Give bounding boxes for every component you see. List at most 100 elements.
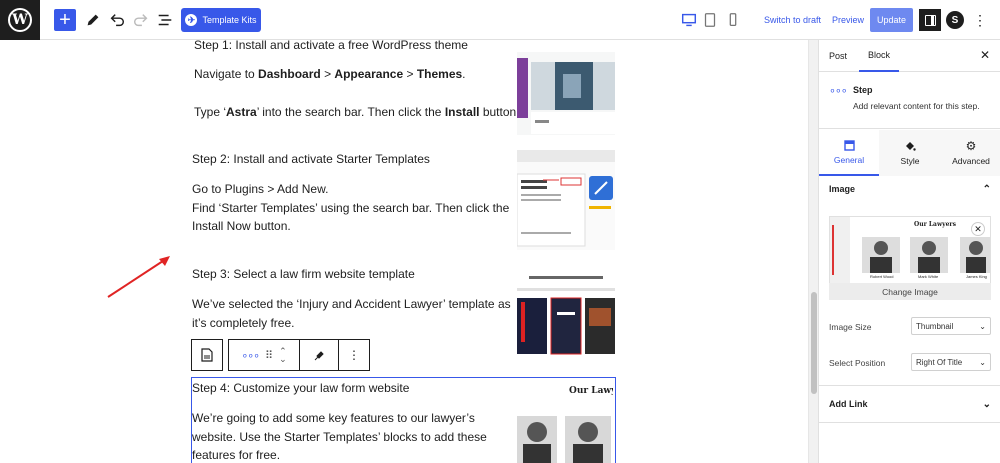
close-sidebar-button[interactable]: ✕ (980, 48, 990, 62)
preview-button[interactable]: Preview (832, 8, 864, 32)
remove-image-button[interactable]: ✕ (971, 222, 985, 236)
step4-lawyers-image: Our Lawyers (517, 382, 613, 463)
sidebar-pane-icon (924, 14, 936, 26)
tablet-preview-button[interactable] (698, 8, 722, 32)
settings-sidebar: Post Block ✕ ∘∘∘ Step Add relevant conte… (818, 40, 1000, 463)
close-icon: ✕ (979, 48, 990, 62)
inspector-tabs: General Style ⚙ Advanced (819, 130, 1000, 176)
sidebar-tabs: Post Block ✕ (819, 40, 1000, 72)
step1-title[interactable]: Step 1: Install and activate a free Word… (194, 40, 468, 55)
chevron-down-icon: ⌄ (982, 398, 991, 410)
block-card-description: Add relevant content for this step. (853, 101, 980, 111)
chevron-up-icon: ⌃ (982, 183, 991, 195)
redo-button[interactable] (129, 8, 153, 32)
close-icon: ✕ (974, 223, 982, 234)
image-size-value: Thumbnail (916, 321, 954, 331)
mobile-preview-button[interactable] (721, 8, 745, 32)
template-kits-button[interactable]: ✈ Template Kits (181, 8, 261, 32)
add-link-panel-header[interactable]: Add Link ⌄ (819, 386, 1000, 422)
tab-advanced[interactable]: ⚙ Advanced (941, 130, 1000, 176)
step3-line2[interactable]: it’s completely free. (192, 314, 295, 333)
chevron-down-icon: ⌄ (979, 321, 986, 331)
red-arrow-annotation (107, 256, 170, 298)
mobile-icon (729, 13, 737, 27)
step4-line3[interactable]: features for free. (192, 446, 280, 463)
select-position-select[interactable]: Right Of Title ⌄ (911, 353, 991, 371)
block-options-button[interactable]: ⋮ (338, 339, 370, 371)
lawyers-image-heading: Our Lawyers (569, 386, 613, 396)
preview-name-1: Robert Wood (870, 274, 894, 279)
spectra-button[interactable]: S (946, 11, 964, 29)
panel-divider (819, 422, 1000, 423)
switch-to-draft-button[interactable]: Switch to draft (764, 8, 821, 32)
editor-top-toolbar: W + ✈ Template Kits Switch to draft Prev… (0, 0, 1000, 40)
pencil-icon (87, 14, 99, 26)
step1-type-text[interactable]: Type ‘Astra’ into the search bar. Then c… (194, 103, 520, 122)
add-link-title: Add Link (829, 399, 868, 409)
step4-line1[interactable]: We’re going to add some key features to … (192, 409, 475, 428)
redo-icon (133, 14, 148, 27)
step-block-icon: ∘∘∘ (241, 349, 260, 362)
block-toolbar: ∘∘∘ ⠿ ⌃ ⌄ ⋮ (191, 339, 370, 371)
starter-templates-icon: ✈ (185, 14, 198, 26)
block-card: ∘∘∘ Step Add relevant content for this s… (819, 73, 1000, 129)
chevron-down-icon: ⌄ (979, 357, 986, 367)
step1-navigate-text[interactable]: Navigate to Dashboard > Appearance > The… (194, 65, 466, 84)
block-inserter-button[interactable]: + (54, 9, 76, 31)
vertical-ellipsis-icon: ⋮ (348, 348, 360, 362)
settings-toggle-button[interactable] (919, 9, 941, 31)
plus-icon: + (59, 9, 71, 31)
step2-line1[interactable]: Go to Plugins > Add New. (192, 180, 328, 199)
canvas-scrollbar[interactable] (808, 40, 818, 463)
highlight-button[interactable] (299, 339, 339, 371)
block-card-title: Step (853, 85, 873, 95)
update-button[interactable]: Update (870, 8, 913, 32)
step4-line2[interactable]: website. Use the Starter Templates’ bloc… (192, 428, 487, 447)
select-position-value: Right Of Title (916, 357, 963, 367)
image-panel-header[interactable]: Image ⌃ (819, 171, 1000, 207)
wordpress-logo-icon: W (8, 8, 32, 32)
tablet-icon (704, 13, 716, 27)
tab-general[interactable]: General (819, 130, 879, 176)
brush-icon (314, 351, 324, 361)
undo-icon (110, 14, 125, 27)
scrollbar-thumb[interactable] (811, 292, 817, 394)
tab-block[interactable]: Block (859, 40, 899, 72)
general-icon (843, 139, 855, 151)
image-panel-title: Image (829, 184, 856, 194)
undo-button[interactable] (105, 8, 129, 32)
image-size-select[interactable]: Thumbnail ⌄ (911, 317, 991, 335)
image-size-label: Image Size (829, 322, 872, 332)
document-overview-button[interactable] (153, 8, 177, 32)
drag-handle-icon[interactable]: ⠿ (265, 349, 273, 362)
step3-line1[interactable]: We’ve selected the ‘Injury and Accident … (192, 295, 511, 314)
block-parent-selector-button[interactable] (191, 339, 223, 371)
template-kits-label: Template Kits (202, 15, 257, 25)
change-image-button[interactable]: Change Image (829, 283, 991, 300)
document-icon (201, 348, 213, 362)
step2-line3[interactable]: Install Now button. (192, 217, 291, 236)
move-up-down-icon[interactable]: ⌃ ⌄ (279, 347, 287, 364)
preview-name-3: James King (966, 274, 987, 279)
step-block-icon: ∘∘∘ (829, 85, 848, 97)
desktop-icon (681, 13, 697, 27)
step2-line2[interactable]: Find ‘Starter Templates’ using the searc… (192, 199, 509, 218)
select-position-label: Select Position (829, 358, 886, 368)
step-block-controls[interactable]: ∘∘∘ ⠿ ⌃ ⌄ (228, 339, 300, 371)
paint-bucket-icon (906, 142, 916, 151)
wordpress-logo-button[interactable]: W (0, 0, 40, 40)
step4-title[interactable]: Step 4: Customize your law form website (192, 379, 409, 398)
vertical-ellipsis-icon: ⋮ (973, 11, 987, 28)
tools-button[interactable] (81, 8, 105, 32)
preview-name-2: Mark White (918, 274, 939, 279)
tab-post[interactable]: Post (829, 40, 847, 72)
step3-screenshot-image (517, 272, 615, 360)
step2-screenshot-image (517, 150, 615, 250)
step2-title[interactable]: Step 2: Install and activate Starter Tem… (192, 150, 430, 169)
options-menu-button[interactable]: ⋮ (972, 8, 988, 32)
step1-screenshot-image (517, 40, 615, 135)
list-view-icon (158, 14, 172, 26)
step3-title[interactable]: Step 3: Select a law firm website templa… (192, 265, 415, 284)
tab-style[interactable]: Style (879, 130, 941, 176)
editor-canvas: Step 1: Install and activate a free Word… (0, 40, 808, 463)
